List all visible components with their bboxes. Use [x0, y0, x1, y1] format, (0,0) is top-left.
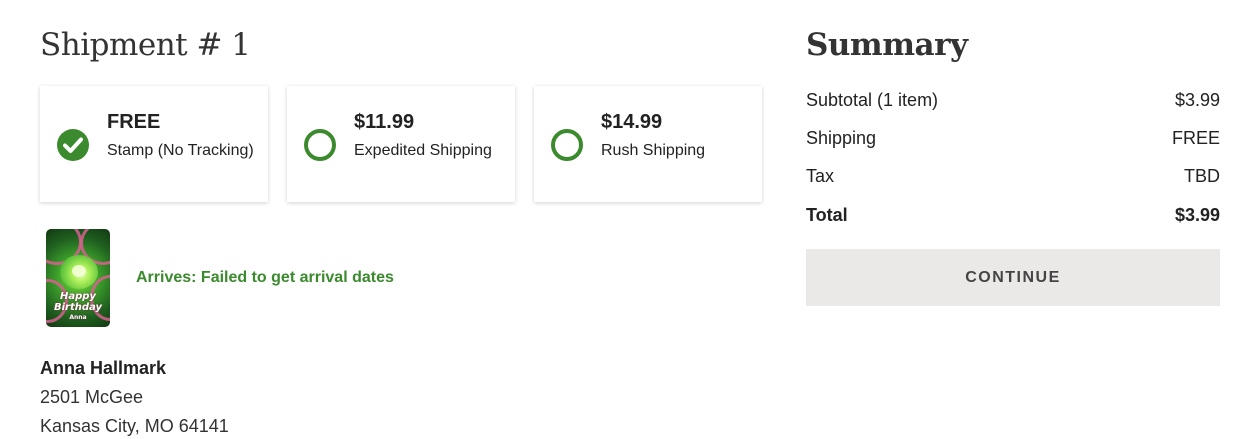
- shipping-address: Anna Hallmark 2501 McGee Kansas City, MO…: [40, 354, 229, 439]
- recipient-name: Anna Hallmark: [40, 358, 167, 378]
- shipping-options: FREE Stamp (No Tracking) $11.99 Expedite…: [40, 86, 762, 202]
- radio-circle-icon: [551, 129, 583, 161]
- thumbnail-text-line1: Happy: [60, 291, 96, 302]
- summary-row-label: Subtotal (1 item): [806, 90, 939, 110]
- summary-row-total: Total $3.99: [806, 202, 1220, 240]
- shipping-option-price: $11.99: [354, 111, 415, 133]
- shipment-title: Shipment # 1: [40, 27, 251, 63]
- shipping-option-price: FREE: [107, 111, 161, 133]
- check-circle-icon: [57, 129, 89, 161]
- summary-title: Summary: [806, 27, 968, 63]
- checkout-page: Shipment # 1 FREE Stamp (No Tracking) $1…: [0, 0, 1239, 439]
- summary-row-value: $3.99: [1174, 90, 1220, 110]
- summary-total-label: Total: [806, 205, 848, 225]
- summary-row-label: Tax: [806, 166, 835, 186]
- radio-circle-icon: [304, 129, 336, 161]
- summary-row-shipping: Shipping FREE: [806, 125, 1220, 163]
- thumbnail-text-line3: Anna: [69, 314, 87, 321]
- product-row: Happy Birthday Anna Arrives: Failed to g…: [46, 229, 394, 327]
- summary-row-label: Shipping: [806, 128, 877, 148]
- shipping-option-description: Expedited Shipping: [354, 142, 492, 159]
- thumbnail-text-line2: Birthday: [54, 302, 102, 313]
- shipping-option-free[interactable]: FREE Stamp (No Tracking): [40, 86, 268, 202]
- summary-row-subtotal: Subtotal (1 item) $3.99: [806, 87, 1220, 125]
- address-city-state-zip: Kansas City, MO 64141: [40, 416, 229, 436]
- summary-row-value: TBD: [1184, 166, 1220, 186]
- shipping-option-description: Rush Shipping: [601, 142, 706, 159]
- summary-rows: Subtotal (1 item) $3.99 Shipping FREE Ta…: [806, 87, 1220, 240]
- continue-button[interactable]: CONTINUE: [806, 249, 1220, 306]
- arrival-status: Arrives: Failed to get arrival dates: [136, 269, 394, 286]
- product-thumbnail[interactable]: Happy Birthday Anna: [46, 229, 110, 327]
- summary-row-value: FREE: [1171, 128, 1220, 148]
- summary-total-value: $3.99: [1174, 205, 1220, 225]
- shipping-option-expedited[interactable]: $11.99 Expedited Shipping: [287, 86, 515, 202]
- shipping-option-rush[interactable]: $14.99 Rush Shipping: [534, 86, 762, 202]
- address-street: 2501 McGee: [40, 387, 144, 407]
- shipping-option-price: $14.99: [601, 111, 663, 133]
- summary-row-tax: Tax TBD: [806, 163, 1220, 201]
- shipping-option-description: Stamp (No Tracking): [107, 142, 254, 159]
